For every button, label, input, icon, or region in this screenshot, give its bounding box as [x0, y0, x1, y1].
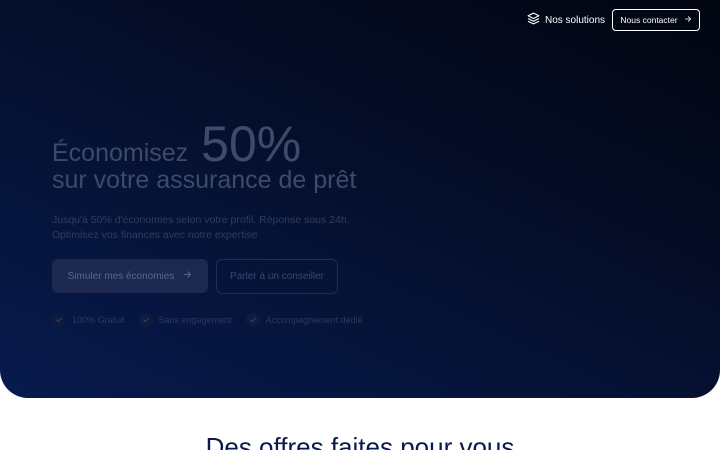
headline-line2: sur votre assurance de prêt	[52, 166, 357, 194]
layers-icon	[527, 12, 540, 28]
simulate-savings-button[interactable]: Simuler mes économies	[52, 259, 208, 293]
hero-section: Nos solutions Nous contacter Économisez …	[0, 0, 720, 398]
talk-to-advisor-button[interactable]: Parler à un conseiller	[216, 259, 338, 294]
simulate-savings-label: Simuler mes économies	[67, 270, 175, 282]
check-icon	[52, 313, 66, 327]
hero-subtext: Jusqu'à 50% d'économies selon votre prof…	[52, 213, 350, 242]
subtext-line1: Jusqu'à 50% d'économies selon votre prof…	[52, 214, 350, 226]
offers-section-title: Des offres faites pour vous	[205, 432, 515, 450]
check-icon	[138, 313, 153, 327]
headline-percent: 50%	[201, 116, 302, 172]
contact-button[interactable]: Nous contacter	[612, 9, 700, 31]
arrow-right-icon	[684, 15, 692, 25]
badge-label: Sans engagement	[158, 315, 232, 325]
contact-button-label: Nous contacter	[620, 15, 678, 25]
check-icon	[245, 313, 260, 327]
badge-label: Accompagnement dédié	[265, 315, 363, 325]
headline-word: Économisez	[52, 139, 189, 167]
badge-dedicated-support: Accompagnement dédié	[245, 313, 363, 327]
badge-label: 100% Gratuit	[72, 315, 125, 325]
hero-headline: Économisez 50% sur votre assurance de pr…	[52, 118, 356, 195]
nav-solutions-label: Nos solutions	[545, 14, 606, 26]
badge-free: 100% Gratuit	[52, 313, 125, 327]
badge-no-commitment: Sans engagement	[138, 313, 232, 327]
arrow-right-icon	[183, 270, 192, 282]
hero-badges: 100% Gratuit Sans engagement Accompagnem…	[52, 313, 363, 327]
nav-solutions-link[interactable]: Nos solutions	[527, 11, 605, 29]
subtext-line2: Optimisez vos finances avec notre expert…	[52, 228, 258, 241]
talk-to-advisor-label: Parler à un conseiller	[230, 271, 324, 282]
